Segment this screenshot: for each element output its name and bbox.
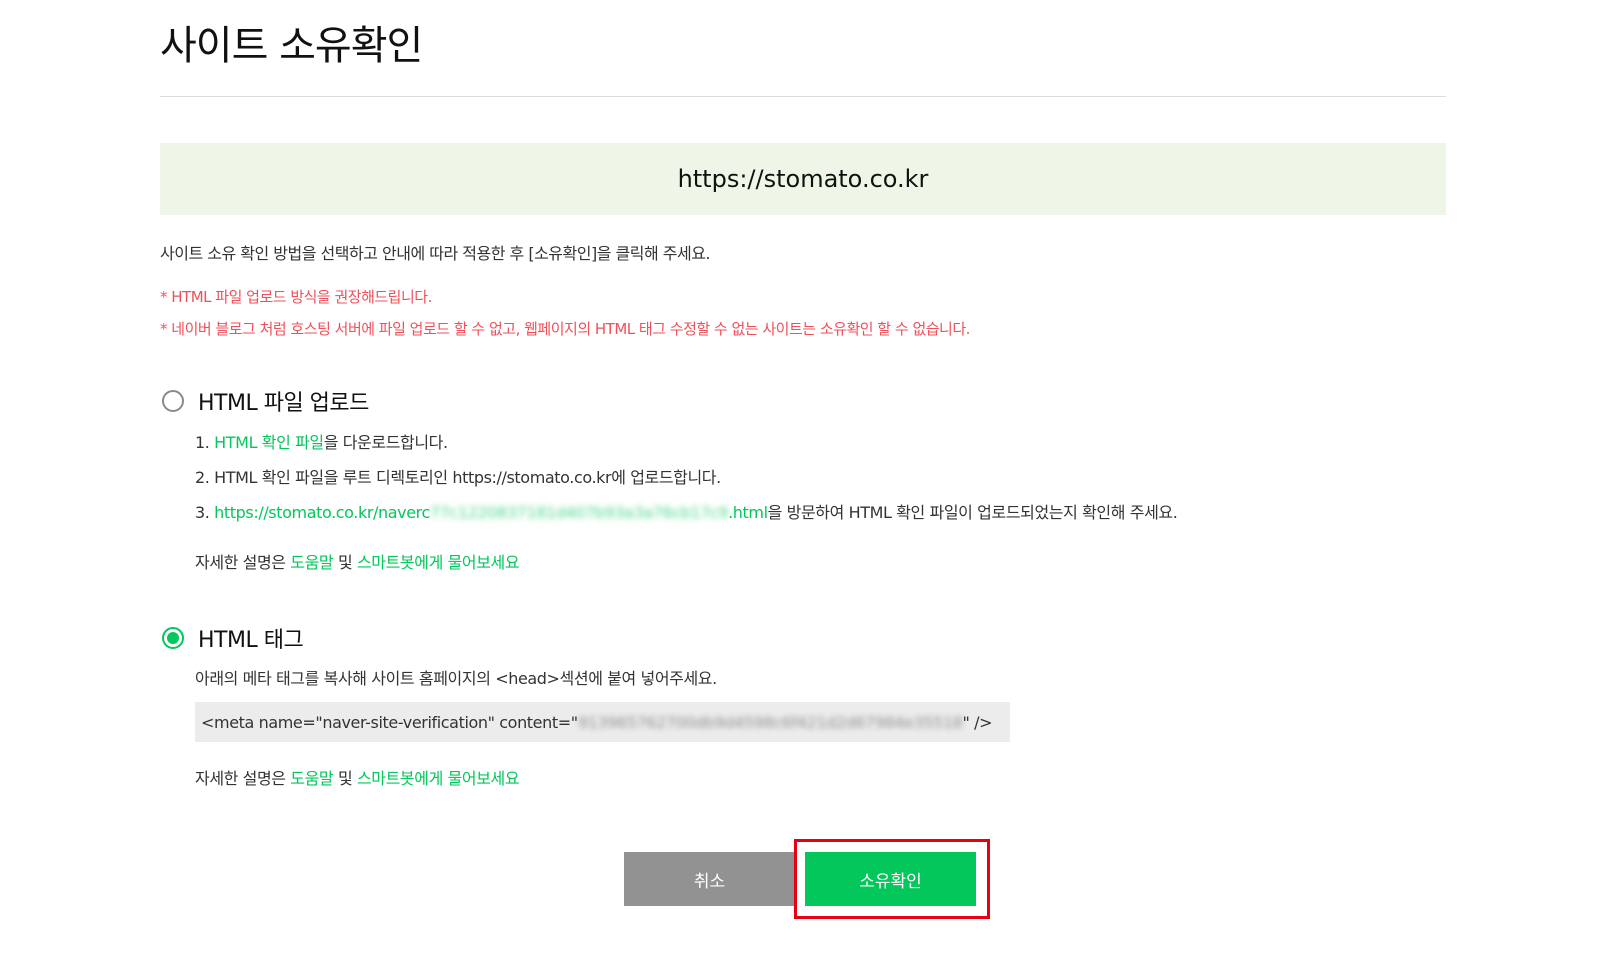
download-html-file-link[interactable]: HTML 확인 파일 <box>214 433 324 452</box>
option-html-tag[interactable]: HTML 태그 <box>162 622 304 654</box>
meta-tag-suffix: " /> <box>962 712 993 732</box>
notice-recommend: * HTML 파일 업로드 방식을 권장해드립니다. <box>160 288 432 306</box>
meta-tag-redacted-content: 913965762700db9d4598c6f421d2d67984e35518 <box>577 712 963 732</box>
verification-url-redacted: 77c1220837181d407b93a3a76cb17c9 <box>429 503 729 522</box>
file-step-1-number: 1. <box>195 433 215 452</box>
intro-text: 사이트 소유 확인 방법을 선택하고 안내에 따라 적용한 후 [소유확인]을 … <box>160 244 711 263</box>
cancel-button[interactable]: 취소 <box>624 852 795 906</box>
file-help-link[interactable]: 도움말 <box>290 553 333 572</box>
meta-tag-code-box[interactable]: <meta name="naver-site-verification" con… <box>195 702 1010 742</box>
file-step-1: 1. HTML 확인 파일을 다운로드합니다. <box>195 431 448 455</box>
page-title: 사이트 소유확인 <box>160 23 423 69</box>
option-html-file-upload[interactable]: HTML 파일 업로드 <box>162 385 369 417</box>
file-step-3-text: 을 방문하여 HTML 확인 파일이 업로드되었는지 확인해 주세요. <box>767 503 1178 522</box>
file-step-3: 3. https://stomato.co.kr/naverc77c122083… <box>195 501 1178 525</box>
file-help-text: 자세한 설명은 도움말 및 스마트봇에게 물어보세요 <box>195 551 520 575</box>
tag-description: 아래의 메타 태그를 복사해 사이트 홈페이지의 <head>섹션에 붙여 넣어… <box>195 669 717 688</box>
notice-restriction: * 네이버 블로그 처럼 호스팅 서버에 파일 업로드 할 수 없고, 웹페이지… <box>160 320 970 338</box>
tag-help-prefix: 자세한 설명은 <box>195 769 291 788</box>
tag-help-text: 자세한 설명은 도움말 및 스마트봇에게 물어보세요 <box>195 767 520 791</box>
site-url: https://stomato.co.kr <box>677 165 929 193</box>
confirm-ownership-button[interactable]: 소유확인 <box>805 852 976 906</box>
option-html-tag-label: HTML 태그 <box>198 628 304 653</box>
option-html-file-upload-label: HTML 파일 업로드 <box>198 391 369 416</box>
verification-file-url-link[interactable]: https://stomato.co.kr/naverc77c122083718… <box>214 503 768 522</box>
verification-url-end: .html <box>728 503 768 522</box>
tag-help-and: 및 <box>333 769 357 788</box>
verification-url-start: https://stomato.co.kr/naverc <box>214 503 430 522</box>
file-step-3-number: 3. <box>195 503 215 522</box>
title-divider <box>160 96 1446 97</box>
meta-tag-prefix: <meta name="naver-site-verification" con… <box>201 712 578 732</box>
tag-help-link[interactable]: 도움말 <box>290 769 333 788</box>
radio-html-file-upload[interactable] <box>162 390 184 412</box>
site-url-banner: https://stomato.co.kr <box>160 143 1446 215</box>
tag-smartbot-link[interactable]: 스마트봇에게 물어보세요 <box>357 769 520 788</box>
file-step-2: 2. HTML 확인 파일을 루트 디렉토리인 https://stomato.… <box>195 468 721 487</box>
file-help-prefix: 자세한 설명은 <box>195 553 291 572</box>
radio-html-tag[interactable] <box>162 627 184 649</box>
file-smartbot-link[interactable]: 스마트봇에게 물어보세요 <box>357 553 520 572</box>
file-step-1-text: 을 다운로드합니다. <box>323 433 448 452</box>
file-help-and: 및 <box>333 553 357 572</box>
